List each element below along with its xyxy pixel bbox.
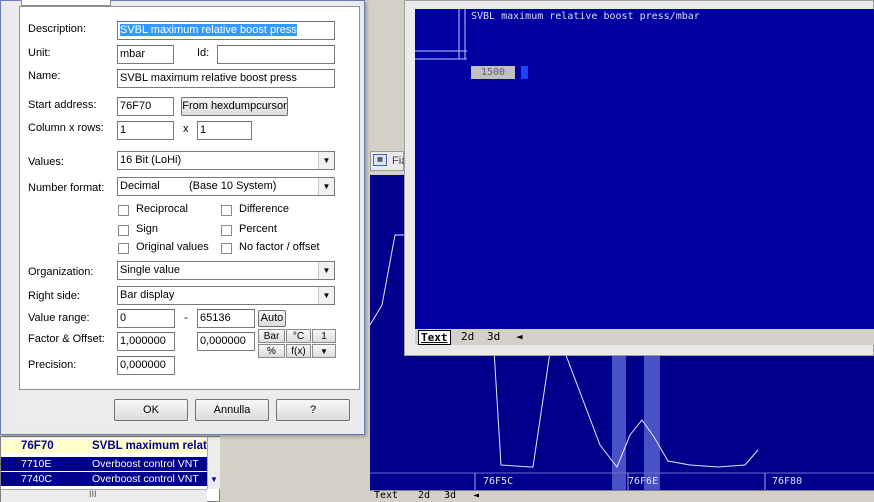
factor-field[interactable]: 1,000000 [117, 332, 175, 351]
precision-field[interactable]: 0,000000 [117, 356, 175, 375]
original-values-checkbox[interactable] [118, 243, 129, 254]
name-field[interactable]: SVBL maximum relative boost press [117, 69, 335, 88]
rows-field[interactable]: 1 [197, 121, 252, 140]
hex-tab-3d[interactable]: 3d [444, 490, 456, 501]
graph-crosshair [415, 9, 528, 79]
list-item-name: SVBL maximum relat [92, 440, 207, 452]
unit-one-button[interactable]: 1 [312, 329, 336, 343]
map-properties-dialog[interactable]: Description: SVBL maximum relative boost… [0, 0, 365, 435]
map-cell-value[interactable]: 1500 [471, 66, 515, 79]
start-address-field[interactable]: 76F70 [117, 97, 174, 116]
from-hexdump-button[interactable]: From hexdumpcursor [181, 97, 288, 116]
offset-field[interactable]: 0,000000 [197, 332, 255, 351]
description-field[interactable]: SVBL maximum relative boost press [117, 21, 335, 40]
list-item[interactable]: 7710E Overboost control VNT [1, 457, 207, 471]
no-factor-offset-label: No factor / offset [239, 241, 320, 253]
values-select[interactable]: 16 Bit (LoHi) ▼ [117, 151, 335, 170]
list-item[interactable]: 7740C Overboost control VNT [1, 472, 207, 486]
name-label: Name: [28, 70, 61, 82]
unit-field[interactable]: mbar [117, 45, 174, 64]
organization-label: Organization: [28, 266, 94, 278]
graph-tab-2d[interactable]: 2d [461, 330, 474, 343]
hex-axis-label-2: 76F6E [628, 476, 659, 487]
list-item-address: 7710E [21, 458, 52, 470]
difference-label: Difference [239, 203, 289, 215]
difference-checkbox[interactable] [221, 205, 232, 216]
start-address-label: Start address: [28, 99, 97, 111]
chevron-down-icon[interactable]: ▼ [318, 262, 334, 279]
map-graph-window[interactable]: SVBL maximum relative boost press/mbar 1… [404, 0, 874, 356]
percent-button[interactable]: % [258, 344, 285, 358]
hex-tab-text[interactable]: Text [374, 490, 398, 501]
percent-label: Percent [239, 223, 277, 235]
cancel-button[interactable]: Annulla [195, 399, 269, 421]
values-label: Values: [28, 156, 64, 168]
number-format-label: Number format: [28, 182, 105, 194]
sign-label: Sign [136, 223, 159, 235]
list-vertical-scrollbar[interactable]: ▼ [207, 437, 220, 489]
reciprocal-checkbox[interactable] [118, 205, 129, 216]
graph-tab-bar: Text 2d 3d ◄ [415, 329, 874, 345]
dialog-body: Description: SVBL maximum relative boost… [9, 0, 360, 429]
chevron-down-icon[interactable]: ▼ [318, 178, 334, 195]
x-label: x [183, 123, 189, 135]
id-field[interactable] [217, 45, 335, 64]
hex-axis-label-1: 76F5C [483, 476, 514, 487]
right-side-label: Right side: [28, 290, 80, 302]
number-format-note: (Base 10 System) [189, 180, 277, 192]
ok-button[interactable]: OK [114, 399, 188, 421]
number-format-value: Decimal [120, 180, 160, 192]
hex-tab-2d[interactable]: 2d [418, 490, 430, 501]
celsius-button[interactable]: °C [286, 329, 311, 343]
number-format-select[interactable]: Decimal (Base 10 System) ▼ [117, 177, 335, 196]
organization-value: Single value [120, 264, 180, 276]
original-values-label: Original values [136, 241, 209, 253]
values-select-value: 16 Bit (LoHi) [120, 154, 182, 166]
scroll-down-icon[interactable]: ▼ [209, 475, 219, 487]
list-item[interactable]: 76F70 SVBL maximum relat [1, 439, 207, 453]
scroll-grip[interactable]: III [89, 489, 97, 499]
chevron-down-icon[interactable]: ▼ [318, 152, 334, 169]
unit-label: Unit: [28, 47, 51, 59]
hex-tab-scroll-left[interactable]: ◄ [473, 490, 479, 501]
help-button[interactable]: ? [276, 399, 350, 421]
range-dash: - [184, 312, 188, 324]
list-horizontal-scrollbar[interactable]: III [1, 489, 207, 502]
graph-tab-scroll-left[interactable]: ◄ [516, 330, 523, 343]
hex-axis-label-3: 76F80 [772, 476, 803, 487]
auto-range-button[interactable]: Auto [258, 310, 286, 327]
map-list[interactable]: 76F70 SVBL maximum relat 7710E Overboost… [0, 436, 220, 502]
range-min-field[interactable]: 0 [117, 309, 175, 328]
value-range-label: Value range: [28, 312, 90, 324]
more-conversions-button[interactable]: ▼ [312, 344, 336, 358]
graph-tab-text[interactable]: Text [418, 330, 451, 345]
description-label: Description: [28, 23, 87, 35]
properties-panel: Description: SVBL maximum relative boost… [19, 6, 360, 390]
organization-select[interactable]: Single value ▼ [117, 261, 335, 280]
map-title: SVBL maximum relative boost press/mbar [471, 11, 700, 22]
list-item-address: 7740C [21, 473, 52, 485]
map-graph-canvas[interactable]: SVBL maximum relative boost press/mbar 1… [415, 9, 874, 329]
right-side-value: Bar display [120, 289, 175, 301]
right-side-select[interactable]: Bar display ▼ [117, 286, 335, 305]
fx-button[interactable]: f(x) [286, 344, 311, 358]
list-item-name: Overboost control VNT [92, 458, 199, 470]
list-item-name: Overboost control VNT [92, 473, 199, 485]
columns-field[interactable]: 1 [117, 121, 174, 140]
chevron-down-icon[interactable]: ▼ [318, 287, 334, 304]
percent-checkbox[interactable] [221, 225, 232, 236]
column-rows-label: Column x rows: [28, 122, 104, 134]
sign-checkbox[interactable] [118, 225, 129, 236]
id-label: Id: [197, 47, 210, 59]
window-icon: ▦ [373, 154, 387, 166]
no-factor-offset-checkbox[interactable] [221, 243, 232, 254]
bar-button[interactable]: Bar [258, 329, 285, 343]
graph-tab-3d[interactable]: 3d [487, 330, 500, 343]
factor-offset-label: Factor & Offset: [28, 333, 105, 345]
list-item-address: 76F70 [21, 440, 54, 452]
hex-view-tab-bar: Text 2d 3d ◄ [370, 490, 874, 502]
reciprocal-label: Reciprocal [136, 203, 188, 215]
precision-label: Precision: [28, 359, 77, 371]
range-max-field[interactable]: 65136 [197, 309, 255, 328]
